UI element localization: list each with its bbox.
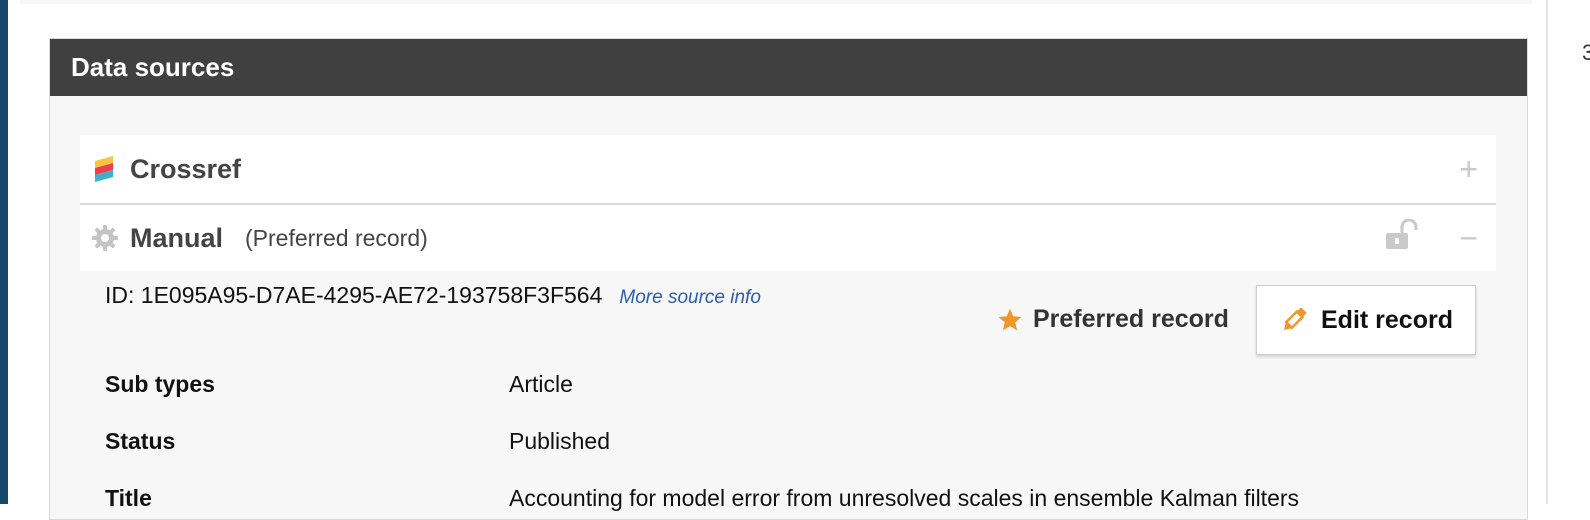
field-row-status: Status Published [105, 428, 610, 455]
preferred-record-badge: Preferred record [997, 305, 1229, 334]
field-value: Accounting for model error from unresolv… [509, 485, 1300, 511]
pencil-icon [1279, 305, 1309, 335]
crossref-logo-icon [90, 154, 120, 184]
source-row-manual[interactable]: Manual (Preferred record) − [80, 205, 1496, 271]
panel-header: Data sources [50, 39, 1527, 96]
record-id: ID: 1E095A95-D7AE-4295-AE72-193758F3F564 [105, 282, 603, 308]
edit-record-label: Edit record [1321, 305, 1453, 334]
right-edge-text: 3 [1582, 40, 1590, 65]
top-edge-strip [20, 0, 1532, 4]
star-icon [997, 307, 1023, 333]
record-id-line: ID: 1E095A95-D7AE-4295-AE72-193758F3F564… [105, 282, 761, 309]
field-row-sub-types: Sub types Article [105, 371, 573, 398]
source-row-crossref[interactable]: Crossref + [80, 135, 1496, 205]
preferred-record-label: Preferred record [1033, 305, 1229, 333]
field-label: Status [105, 428, 176, 454]
gear-icon [90, 223, 120, 253]
right-column-divider [1546, 0, 1548, 504]
field-value: Published [509, 428, 611, 454]
edit-record-button[interactable]: Edit record [1256, 285, 1476, 355]
plus-icon[interactable]: + [1459, 153, 1478, 185]
panel-title: Data sources [71, 52, 235, 82]
more-source-info-link[interactable]: More source info [619, 287, 761, 309]
source-name-crossref: Crossref [130, 153, 242, 184]
field-label: Sub types [105, 371, 215, 397]
field-label: Title [105, 485, 152, 511]
source-name-manual: Manual [130, 222, 224, 253]
field-value: Article [509, 371, 573, 397]
data-sources-panel: Data sources Crossref + Manual (Preferre… [49, 38, 1528, 520]
field-row-title: Title Accounting for model error from un… [105, 485, 1299, 512]
minus-icon[interactable]: − [1459, 222, 1478, 254]
unlock-icon[interactable] [1384, 218, 1418, 256]
preferred-record-note: (Preferred record) [245, 224, 428, 251]
left-edge-stripe [0, 0, 8, 504]
